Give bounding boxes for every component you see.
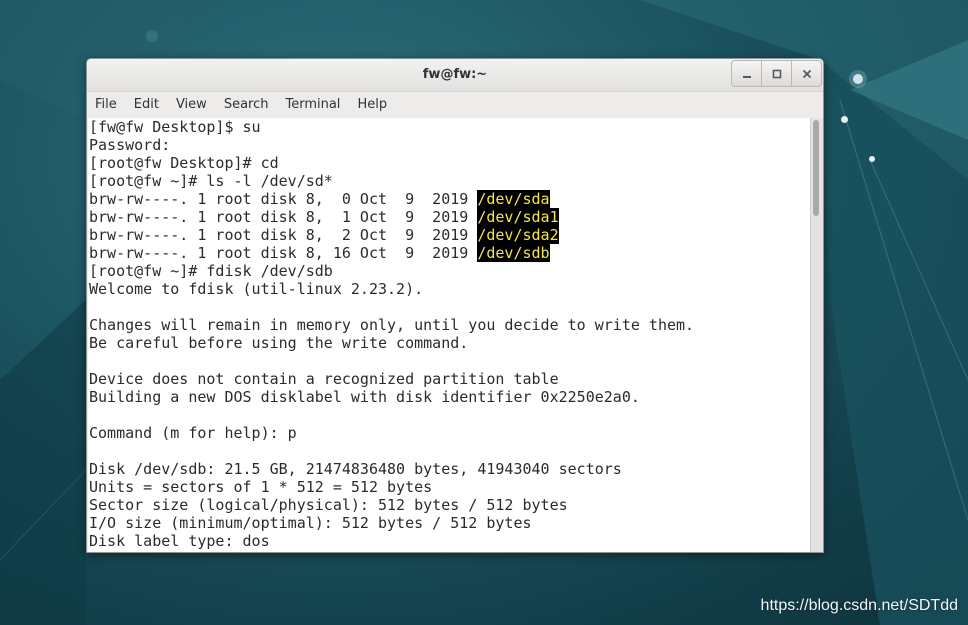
terminal-line: [root@fw ~]# ls -l /dev/sd* bbox=[89, 172, 810, 190]
terminal-line-text: I/O size (minimum/optimal): 512 bytes / … bbox=[89, 514, 532, 532]
terminal-line: Welcome to fdisk (util-linux 2.23.2). bbox=[89, 280, 810, 298]
maximize-icon bbox=[772, 69, 781, 78]
terminal-line-text: Be careful before using the write comman… bbox=[89, 334, 469, 352]
device-path-highlight: /dev/sda bbox=[477, 190, 550, 208]
terminal-line: Disk /dev/sdb: 21.5 GB, 21474836480 byte… bbox=[89, 460, 810, 478]
watermark-text: https://blog.csdn.net/SDTdd bbox=[760, 597, 958, 614]
menu-search[interactable]: Search bbox=[216, 92, 278, 118]
terminal-line: [root@fw Desktop]# cd bbox=[89, 154, 810, 172]
terminal-line: Disk label type: dos bbox=[89, 532, 810, 550]
menu-help[interactable]: Help bbox=[349, 92, 396, 118]
terminal-line: Building a new DOS disklabel with disk i… bbox=[89, 388, 810, 406]
terminal-output[interactable]: [fw@fw Desktop]$ su Password: [root@fw Des… bbox=[88, 118, 810, 552]
terminal-line-text: Welcome to fdisk (util-linux 2.23.2). bbox=[89, 280, 424, 298]
device-path-highlight: /dev/sdb bbox=[477, 244, 550, 262]
terminal-line-text: [root@fw ~]# ls -l /dev/sd* bbox=[89, 172, 333, 190]
terminal-line-text: [fw@fw Desktop]$ su bbox=[89, 118, 261, 136]
terminal-line: brw-rw----. 1 root disk 8, 1 Oct 9 2019 … bbox=[89, 208, 810, 226]
terminal-line-text: Device does not contain a recognized par… bbox=[89, 370, 559, 388]
terminal-line: Be careful before using the write comman… bbox=[89, 334, 810, 352]
wallpaper-dot bbox=[853, 74, 863, 84]
menu-file[interactable]: File bbox=[87, 92, 126, 118]
terminal-line: I/O size (minimum/optimal): 512 bytes / … bbox=[89, 514, 810, 532]
terminal-line: [fw@fw Desktop]$ su bbox=[89, 118, 810, 136]
device-path-highlight: /dev/sda2 bbox=[477, 226, 559, 244]
terminal-line-text: Units = sectors of 1 * 512 = 512 bytes bbox=[89, 478, 433, 496]
terminal-line-text: [root@fw Desktop]# cd bbox=[89, 154, 279, 172]
terminal-window[interactable]: fw@fw:~ File Edit View Search Terminal H… bbox=[86, 58, 824, 553]
window-controls bbox=[731, 60, 822, 87]
terminal-line-text: Disk label type: dos bbox=[89, 532, 270, 550]
device-path-highlight: /dev/sda1 bbox=[477, 208, 559, 226]
terminal-line-text: brw-rw----. 1 root disk 8, 1 Oct 9 2019 bbox=[89, 208, 478, 226]
terminal-line: brw-rw----. 1 root disk 8, 0 Oct 9 2019 … bbox=[89, 190, 810, 208]
terminal-line: Units = sectors of 1 * 512 = 512 bytes bbox=[89, 478, 810, 496]
terminal-line-text: Changes will remain in memory only, unti… bbox=[89, 316, 695, 334]
close-icon bbox=[802, 69, 811, 78]
terminal-line: Password: bbox=[89, 136, 810, 154]
close-button[interactable] bbox=[791, 60, 822, 87]
terminal-line-text: Command (m for help): p bbox=[89, 424, 297, 442]
terminal-line: brw-rw----. 1 root disk 8, 16 Oct 9 2019… bbox=[89, 244, 810, 262]
terminal-line: Sector size (logical/physical): 512 byte… bbox=[89, 496, 810, 514]
terminal-line: brw-rw----. 1 root disk 8, 2 Oct 9 2019 … bbox=[89, 226, 810, 244]
window-titlebar[interactable]: fw@fw:~ bbox=[87, 59, 823, 92]
wallpaper-dot bbox=[841, 116, 848, 123]
minimize-icon bbox=[742, 75, 751, 78]
terminal-scrollbar[interactable] bbox=[810, 118, 823, 552]
menu-terminal[interactable]: Terminal bbox=[277, 92, 349, 118]
wallpaper-dot bbox=[869, 156, 875, 162]
terminal-line-text: brw-rw----. 1 root disk 8, 16 Oct 9 2019 bbox=[89, 244, 478, 262]
terminal-text: [fw@fw Desktop]$ su Password: [root@fw Des… bbox=[88, 118, 810, 550]
menu-view[interactable]: View bbox=[168, 92, 216, 118]
terminal-line-text: [root@fw ~]# fdisk /dev/sdb bbox=[89, 262, 333, 280]
scrollbar-thumb[interactable] bbox=[813, 120, 819, 216]
terminal-line: [root@fw ~]# fdisk /dev/sdb bbox=[89, 262, 810, 280]
terminal-line: Device does not contain a recognized par… bbox=[89, 370, 810, 388]
window-title: fw@fw:~ bbox=[422, 67, 488, 82]
terminal-line-text: Password: bbox=[89, 136, 171, 154]
terminal-line-text: Sector size (logical/physical): 512 byte… bbox=[89, 496, 568, 514]
terminal-line-text: brw-rw----. 1 root disk 8, 2 Oct 9 2019 bbox=[89, 226, 478, 244]
menu-edit[interactable]: Edit bbox=[126, 92, 168, 118]
minimize-button[interactable] bbox=[731, 60, 762, 87]
terminal-line-text: brw-rw----. 1 root disk 8, 0 Oct 9 2019 bbox=[89, 190, 478, 208]
maximize-button[interactable] bbox=[761, 60, 792, 87]
menubar: File Edit View Search Terminal Help bbox=[87, 92, 823, 118]
terminal-line: Command (m for help): p bbox=[89, 424, 810, 442]
terminal-line-text: Disk /dev/sdb: 21.5 GB, 21474836480 byte… bbox=[89, 460, 622, 478]
terminal-line: Changes will remain in memory only, unti… bbox=[89, 316, 810, 334]
terminal-line-text: Building a new DOS disklabel with disk i… bbox=[89, 388, 640, 406]
